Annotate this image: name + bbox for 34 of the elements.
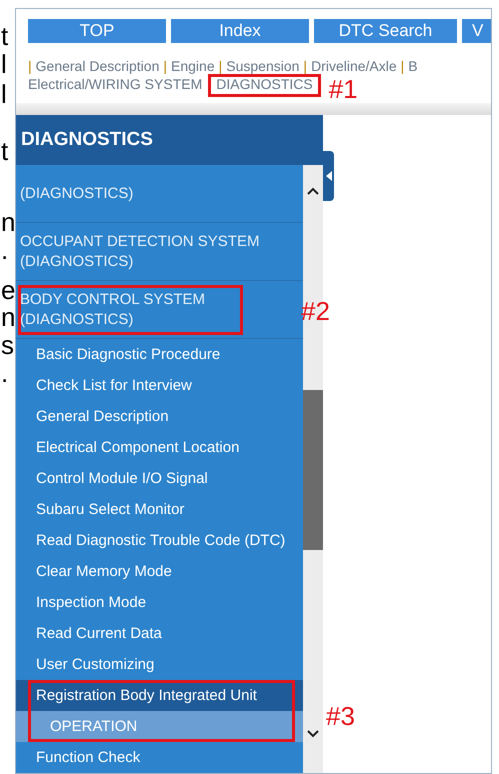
callout-label: #3 bbox=[326, 702, 355, 730]
nav-tab[interactable]: DTC Search bbox=[314, 19, 457, 43]
breadcrumb-link[interactable]: General Description bbox=[36, 58, 160, 74]
separator: | bbox=[218, 57, 222, 75]
nav-tab[interactable]: TOP bbox=[28, 19, 166, 43]
margin-text: s bbox=[1, 331, 14, 359]
collapse-handle[interactable] bbox=[323, 151, 334, 201]
separator: | bbox=[28, 57, 32, 75]
margin-text: . bbox=[1, 359, 8, 387]
margin-text: . bbox=[1, 236, 8, 264]
nav-tab[interactable]: V bbox=[462, 19, 491, 43]
scroll-up-icon[interactable] bbox=[307, 187, 319, 195]
separator: | bbox=[400, 57, 404, 75]
collapse-icon bbox=[326, 171, 332, 181]
margin-text: t bbox=[1, 22, 8, 50]
margin-text: l bbox=[1, 80, 7, 108]
breadcrumb-link[interactable]: DIAGNOSTICS bbox=[216, 76, 313, 92]
margin-text: n bbox=[1, 208, 16, 236]
separator: | bbox=[303, 57, 308, 75]
margin-text: l bbox=[1, 50, 7, 78]
margin-text: t bbox=[1, 137, 8, 165]
nav-tab[interactable]: Index bbox=[171, 19, 309, 43]
breadcrumb-link[interactable]: Driveline/Axle bbox=[311, 58, 397, 74]
breadcrumb-link[interactable]: Engine bbox=[171, 58, 215, 74]
breadcrumb-link[interactable]: B bbox=[408, 58, 418, 74]
scroll-down-icon[interactable] bbox=[307, 730, 319, 738]
breadcrumb-link[interactable]: Electrical/WIRING SYSTEM bbox=[28, 76, 202, 92]
scroll-thumb[interactable] bbox=[303, 390, 323, 550]
margin-text: e bbox=[1, 276, 16, 304]
callout-label: #1 bbox=[328, 75, 358, 103]
margin-text: n bbox=[1, 303, 16, 331]
sidebar-header: DIAGNOSTICS bbox=[16, 115, 323, 165]
separator: | bbox=[163, 57, 168, 75]
breadcrumb-link[interactable]: Suspension bbox=[226, 58, 300, 74]
